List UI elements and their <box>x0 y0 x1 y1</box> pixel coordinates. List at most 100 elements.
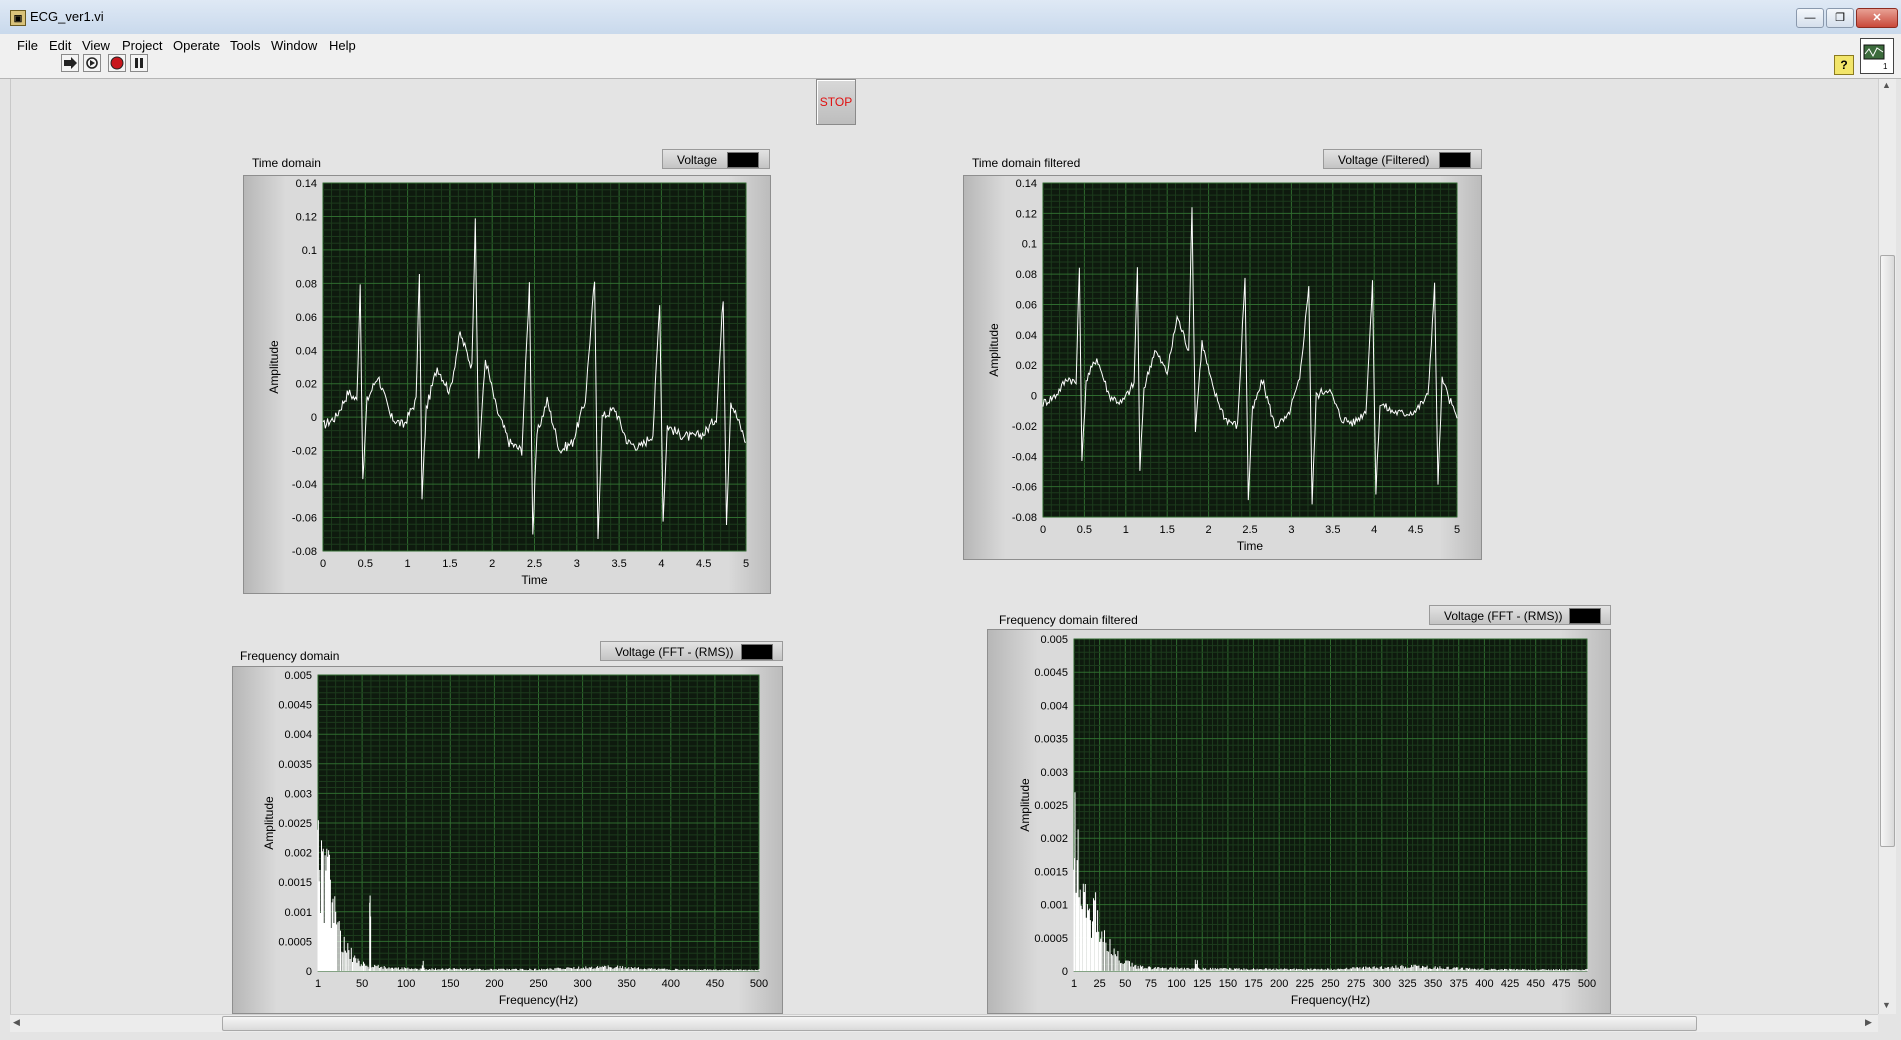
x-tick-label: 125 <box>1193 978 1211 990</box>
y-tick-label: 0.002 <box>284 848 312 860</box>
x-tick-label: 300 <box>1373 978 1391 990</box>
y-tick-label: 0.0005 <box>278 936 312 948</box>
x-tick-label: 450 <box>1527 978 1545 990</box>
y-axis-label: Amplitude <box>267 340 281 394</box>
x-tick-label: 2.5 <box>527 558 542 570</box>
y-tick-label: 0.0045 <box>1034 667 1068 679</box>
y-tick-label: 0 <box>1062 966 1068 978</box>
x-axis-label: Frequency(Hz) <box>499 993 578 1007</box>
graph-freq: 1 50 100 150 200 250 300 350 400 450 5000.0050.004… <box>262 670 768 1007</box>
y-tick-label: 0.002 <box>1040 833 1068 845</box>
x-tick-label: 5 <box>1454 524 1460 536</box>
x-axis-label: Time <box>521 573 548 587</box>
vertical-scroll-thumb[interactable] <box>1880 255 1895 847</box>
x-tick-label: 3.5 <box>1325 524 1340 536</box>
x-tick-label: 425 <box>1501 978 1519 990</box>
x-tick-label: 75 <box>1145 978 1157 990</box>
y-tick-label: 0.12 <box>296 211 317 223</box>
y-tick-label: 0.04 <box>1016 330 1037 342</box>
graph-time-filtered: 0 0.5 1 1.5 2 2.5 3 3.5 4 4.5 5 0.14 0.12 0.1 0.08 0.06… <box>987 178 1460 553</box>
x-tick-label: 500 <box>1578 978 1596 990</box>
y-tick-label: 0.005 <box>1040 634 1068 646</box>
y-axis-label: Amplitude <box>987 323 1001 377</box>
graph-freq-filtered: 1 25 50 75 100 125 150 175 200 225 250 275 300 325 350… <box>1018 634 1596 1007</box>
x-tick-label: 350 <box>1424 978 1442 990</box>
y-tick-label: -0.02 <box>292 446 317 458</box>
y-tick-label: 0.003 <box>284 788 312 800</box>
x-tick-label: 0.5 <box>1077 524 1092 536</box>
x-tick-label: 250 <box>1321 978 1339 990</box>
x-tick-label: 4.5 <box>696 558 711 570</box>
x-tick-label: 50 <box>356 978 368 990</box>
x-tick-label: 150 <box>441 978 459 990</box>
y-tick-label: 0.12 <box>1016 208 1037 220</box>
y-tick-label: 0.0045 <box>278 700 312 712</box>
graph-time: 0 0.5 1 1.5 2 2.5 3 3.5 4 4.5 5 0.14 0.12 0.1 0.08 0.06… <box>267 178 749 587</box>
y-tick-label: 0.001 <box>1040 900 1068 912</box>
y-tick-label: 0.1 <box>302 245 317 257</box>
x-tick-label: 100 <box>1167 978 1185 990</box>
x-tick-label: 3 <box>1288 524 1294 536</box>
y-tick-label: 0.004 <box>284 729 312 741</box>
x-tick-label: 450 <box>706 978 724 990</box>
x-tick-label: 3.5 <box>611 558 626 570</box>
x-tick-label: 150 <box>1219 978 1237 990</box>
x-tick-label: 1 <box>1123 524 1129 536</box>
y-tick-label: 0.02 <box>296 379 317 391</box>
x-tick-label: 5 <box>743 558 749 570</box>
y-tick-label: 0 <box>311 412 317 424</box>
y-tick-label: 0.0025 <box>278 818 312 830</box>
scroll-up-icon[interactable]: ▲ <box>1882 80 1891 90</box>
x-tick-label: 4 <box>1371 524 1377 536</box>
x-tick-label: 0 <box>320 558 326 570</box>
x-tick-label: 375 <box>1450 978 1468 990</box>
x-tick-label: 50 <box>1119 978 1131 990</box>
y-tick-label: 0 <box>1031 391 1037 403</box>
y-tick-label: 0.0035 <box>278 759 312 771</box>
x-tick-label: 325 <box>1398 978 1416 990</box>
x-tick-label: 1 <box>1071 978 1077 990</box>
scroll-left-icon[interactable]: ◀ <box>13 1017 20 1028</box>
x-tick-label: 3 <box>574 558 580 570</box>
y-tick-label: 0.0015 <box>1034 866 1068 878</box>
x-tick-label: 25 <box>1094 978 1106 990</box>
y-tick-label: -0.06 <box>1012 482 1037 494</box>
x-tick-label: 275 <box>1347 978 1365 990</box>
x-tick-label: 4 <box>658 558 664 570</box>
x-tick-label: 350 <box>618 978 636 990</box>
x-tick-label: 0.5 <box>358 558 373 570</box>
x-tick-label: 400 <box>1475 978 1493 990</box>
y-tick-label: 0.1 <box>1022 239 1037 251</box>
x-tick-label: 225 <box>1296 978 1314 990</box>
y-tick-label: -0.04 <box>1012 451 1037 463</box>
y-tick-label: 0.14 <box>1016 178 1037 190</box>
y-tick-label: 0.001 <box>284 907 312 919</box>
y-tick-label: 0.08 <box>296 278 317 290</box>
x-tick-label: 1.5 <box>1160 524 1175 536</box>
x-tick-label: 1 <box>315 978 321 990</box>
x-tick-label: 200 <box>485 978 503 990</box>
y-tick-label: 0.02 <box>1016 360 1037 372</box>
x-axis-label: Frequency(Hz) <box>1291 993 1370 1007</box>
x-tick-label: 100 <box>397 978 415 990</box>
x-tick-label: 4.5 <box>1408 524 1423 536</box>
y-tick-label: 0.0025 <box>1034 800 1068 812</box>
y-tick-label: -0.06 <box>292 513 317 525</box>
x-tick-label: 2.5 <box>1242 524 1257 536</box>
y-tick-label: -0.08 <box>1012 512 1037 524</box>
x-tick-label: 1 <box>405 558 411 570</box>
x-tick-label: 2 <box>489 558 495 570</box>
horizontal-scroll-thumb[interactable] <box>222 1016 1697 1031</box>
scroll-right-icon[interactable]: ▶ <box>1865 1017 1872 1028</box>
scroll-down-icon[interactable]: ▼ <box>1882 1000 1891 1010</box>
x-tick-label: 0 <box>1040 524 1046 536</box>
y-tick-label: 0.04 <box>296 345 317 357</box>
y-tick-label: 0.06 <box>1016 299 1037 311</box>
y-axis-label: Amplitude <box>262 796 276 850</box>
y-tick-label: 0.004 <box>1040 700 1068 712</box>
waveform-graphs: 0 0.5 1 1.5 2 2.5 3 3.5 4 4.5 50.140.120.10.080.06… <box>262 178 1596 1007</box>
y-tick-label: 0.003 <box>1040 767 1068 779</box>
y-tick-label: -0.04 <box>292 479 317 491</box>
x-tick-label: 175 <box>1244 978 1262 990</box>
y-tick-label: -0.02 <box>1012 421 1037 433</box>
